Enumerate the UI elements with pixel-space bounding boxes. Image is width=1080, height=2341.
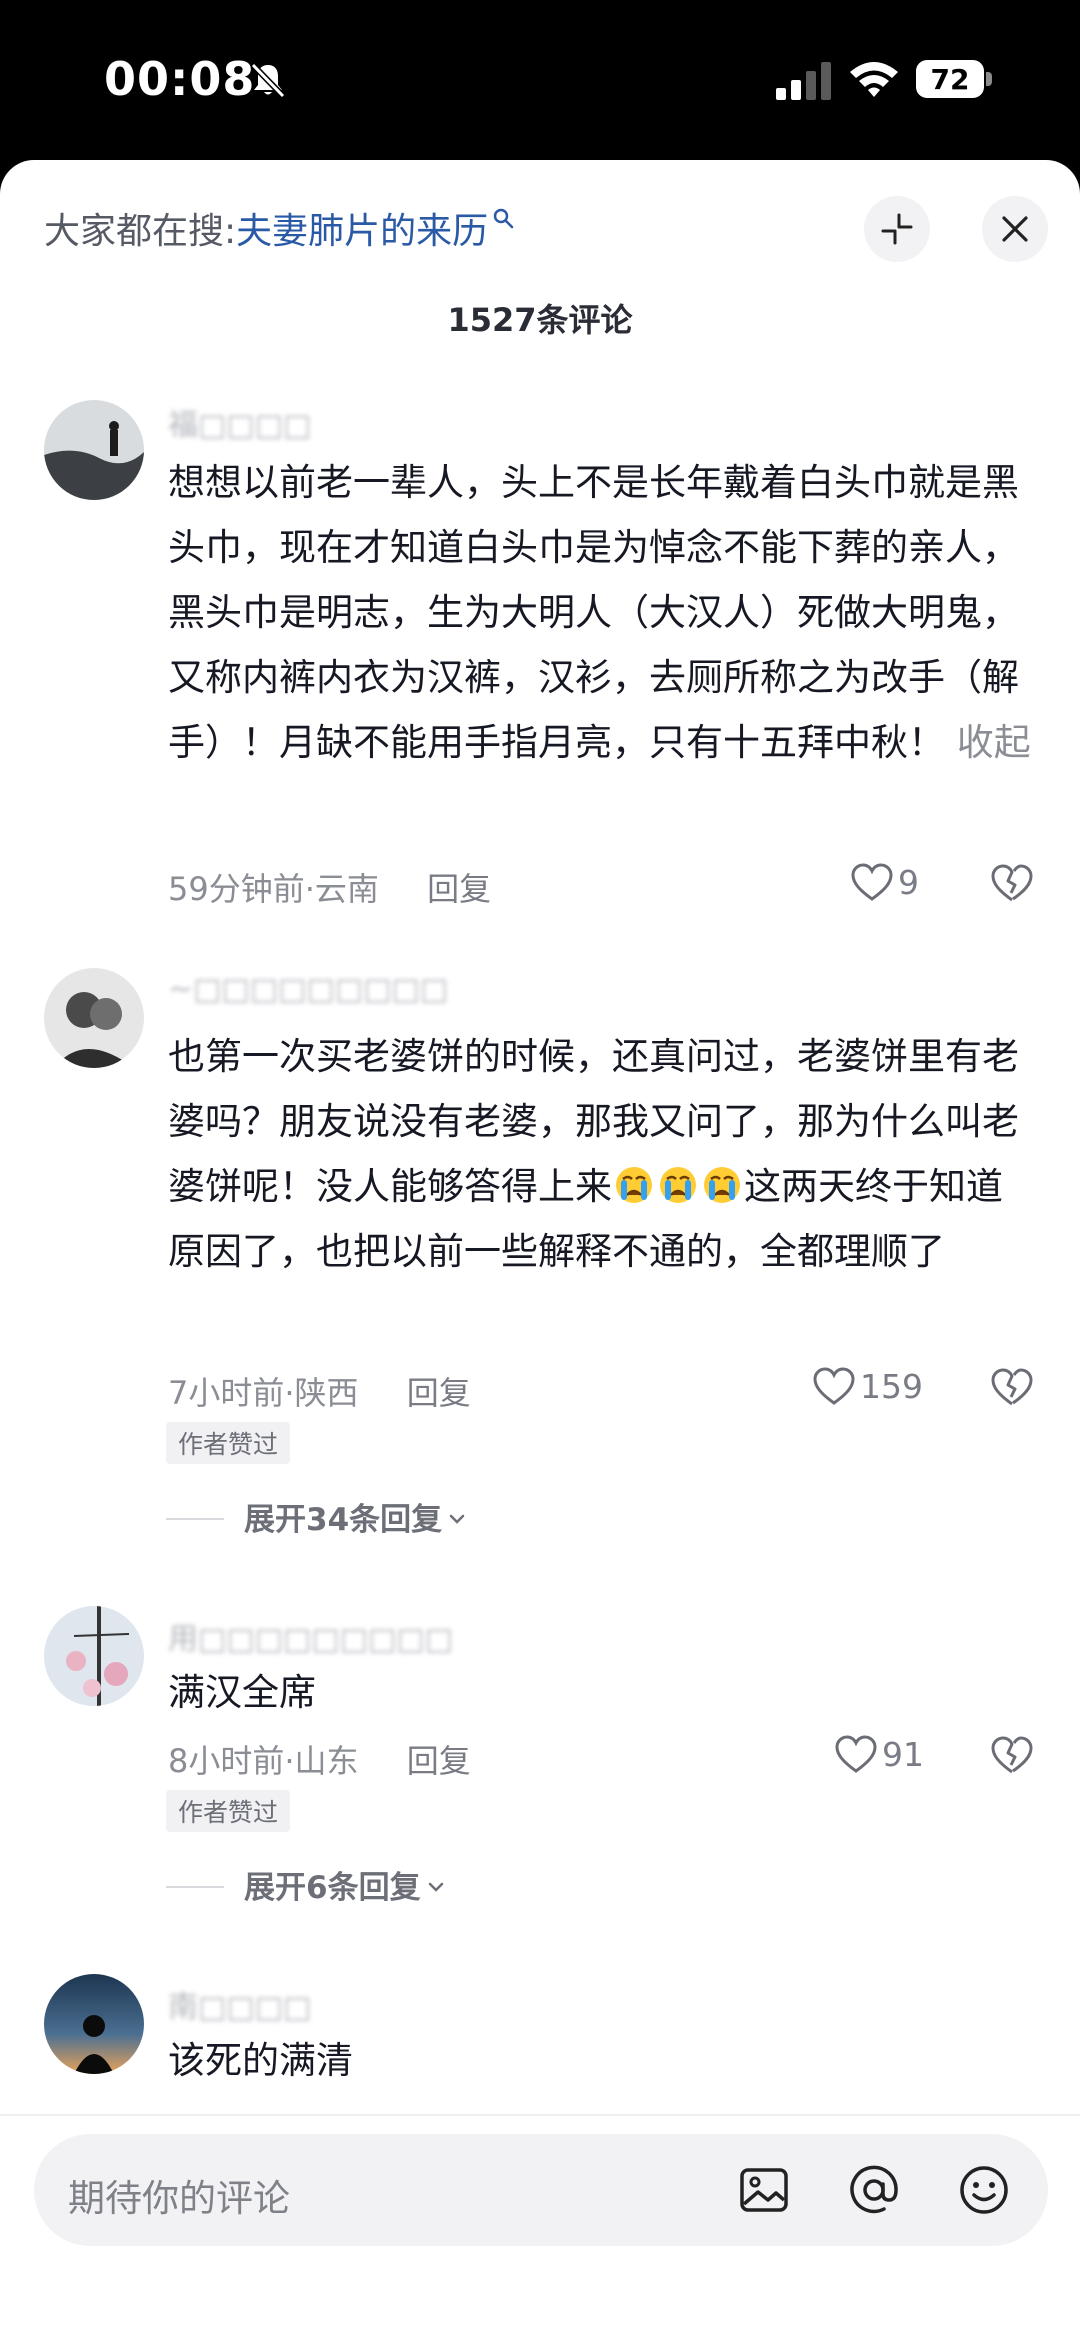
comment-time-location: 8小时前·山东 [168, 1742, 359, 1780]
expand-replies-label: 展开34条回复 [244, 1502, 443, 1538]
heart-icon [813, 1367, 855, 1405]
heart-icon [835, 1735, 877, 1773]
like-button[interactable]: 91 [834, 1734, 924, 1774]
at-mention-icon[interactable] [844, 2160, 904, 2220]
like-button[interactable]: 9 [850, 862, 919, 902]
comment-time-location: 59分钟前·云南 [168, 870, 379, 908]
battery-icon: 72 [916, 60, 992, 98]
cellular-signal-icon [776, 62, 831, 100]
author-liked-badge: 作者赞过 [166, 1790, 291, 1832]
avatar[interactable] [44, 400, 144, 500]
comment-sheet: 大家都在搜:夫妻肺片的来历 1527条评论 福□□□□ 想想以前老一辈人，头上不… [0, 160, 1080, 2341]
status-time: 00:08 [104, 52, 256, 106]
hot-search-prefix: 大家都在搜: [44, 211, 237, 252]
avatar[interactable] [44, 968, 144, 1068]
status-bar: 00:08 72 [0, 0, 1080, 160]
collapse-arrows-icon [881, 213, 913, 245]
collapse-button[interactable] [864, 196, 930, 262]
comment-body: 想想以前老一辈人，头上不是长年戴着白头巾就是黑头巾，现在才知道白头巾是为悼念不能… [168, 461, 1019, 764]
author-liked-badge: 作者赞过 [166, 1422, 291, 1464]
comment-text: 也第一次买老婆饼的时候，还真问过，老婆饼里有老婆吗？朋友说没有老婆，那我又问了，… [168, 1024, 1038, 1284]
crying-emoji-icon [616, 1167, 652, 1203]
fold-link[interactable]: 收起 [957, 721, 1031, 764]
expand-replies-button[interactable]: 展开6条回复 [166, 1862, 445, 1907]
comment-text: 想想以前老一辈人，头上不是长年戴着白头巾就是黑头巾，现在才知道白头巾是为悼念不能… [168, 450, 1038, 775]
avatar[interactable] [44, 1974, 144, 2074]
bell-mute-icon [250, 62, 286, 99]
expand-replies-label: 展开6条回复 [244, 1870, 421, 1906]
reply-button[interactable]: 回复 [407, 1742, 471, 1780]
like-button[interactable]: 159 [812, 1366, 923, 1406]
emoji-icon[interactable] [954, 2160, 1014, 2220]
like-count: 159 [860, 1367, 923, 1406]
comment-meta: 59分钟前·云南 回复 [168, 864, 491, 910]
comment-text: 该死的满清 [168, 2039, 353, 2082]
search-icon [493, 208, 514, 229]
comment-input[interactable]: 期待你的评论 [34, 2134, 1048, 2246]
chevron-down-icon [428, 1882, 443, 1892]
comment-meta: 7小时前·陕西 回复 [168, 1368, 471, 1414]
crying-emoji-icon [660, 1167, 696, 1203]
comment-text: 满汉全席 [168, 1671, 316, 1714]
divider-line [166, 1518, 224, 1520]
comment-username[interactable]: 南□□□□ [168, 1982, 311, 2026]
comment-meta: 8小时前·山东 回复 [168, 1736, 471, 1782]
divider-line [166, 1886, 224, 1888]
broken-heart-icon[interactable] [990, 862, 1034, 904]
comment-username[interactable]: 用□□□□□□□□□ [168, 1614, 453, 1658]
broken-heart-icon[interactable] [990, 1734, 1034, 1776]
comment-input-placeholder: 期待你的评论 [68, 2177, 290, 2220]
chevron-down-icon [449, 1514, 465, 1524]
expand-replies-button[interactable]: 展开34条回复 [166, 1494, 466, 1539]
comment-count: 1527条评论 [447, 301, 633, 339]
close-button[interactable] [982, 196, 1048, 262]
avatar[interactable] [44, 1606, 144, 1706]
broken-heart-icon[interactable] [990, 1366, 1034, 1408]
image-icon[interactable] [734, 2160, 794, 2220]
comment-input-bar: 期待你的评论 [0, 2116, 1080, 2341]
comment-username[interactable]: 福□□□□ [168, 400, 311, 444]
hot-search-link[interactable]: 大家都在搜:夫妻肺片的来历 [44, 202, 514, 254]
battery-percentage: 72 [930, 63, 970, 96]
crying-emoji-icon [704, 1167, 740, 1203]
comment-username[interactable]: ~□□□□□□□□□ [168, 972, 448, 1007]
reply-button[interactable]: 回复 [427, 870, 491, 908]
hot-search-keyword[interactable]: 夫妻肺片的来历 [236, 211, 488, 252]
wifi-icon [850, 62, 898, 97]
reply-button[interactable]: 回复 [407, 1374, 471, 1412]
like-count: 91 [882, 1735, 924, 1774]
like-count: 9 [898, 863, 919, 902]
comment-time-location: 7小时前·陕西 [168, 1374, 359, 1412]
close-icon [1002, 216, 1028, 242]
heart-icon [851, 863, 893, 901]
